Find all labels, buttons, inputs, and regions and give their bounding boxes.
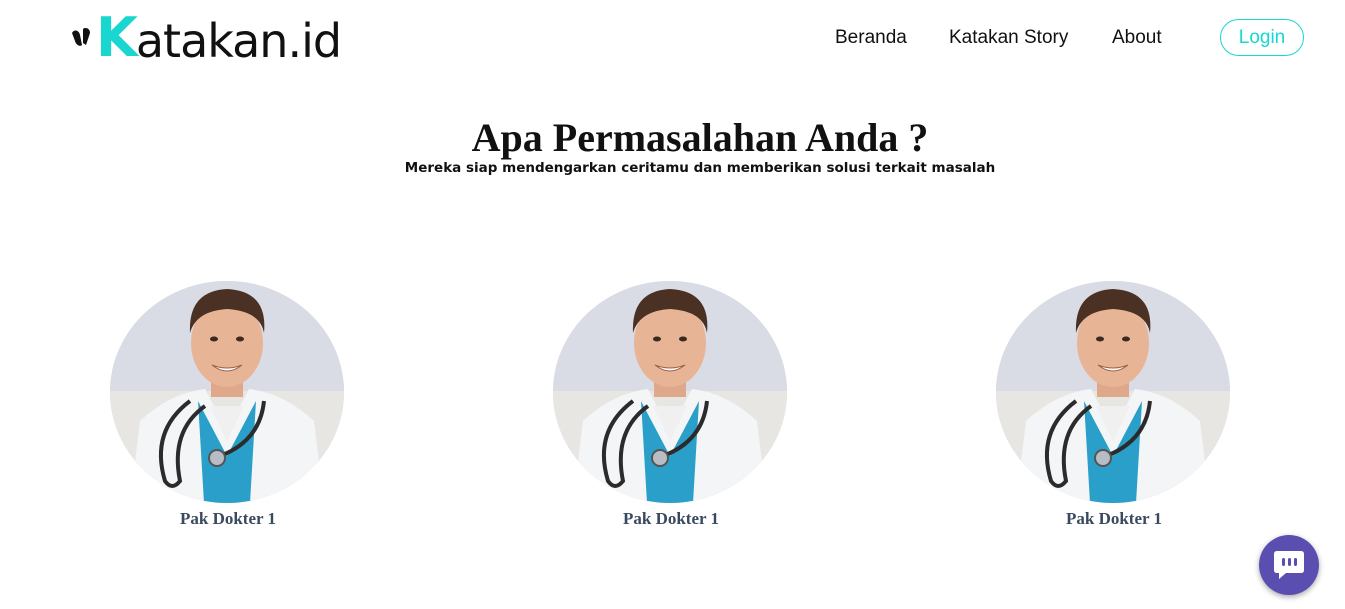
logo-text: atakan.id: [135, 14, 342, 68]
login-button[interactable]: Login: [1220, 19, 1304, 56]
logo-letter-k: K: [96, 6, 138, 69]
site-logo[interactable]: K atakan.id: [70, 6, 342, 69]
doctor-card[interactable]: Pak Dokter 1: [110, 281, 346, 529]
doctor-avatar[interactable]: [996, 281, 1230, 503]
doctor-avatar[interactable]: [110, 281, 344, 503]
doctor-name: Pak Dokter 1: [622, 509, 719, 528]
doctor-photo-image: [996, 281, 1230, 503]
page: K atakan.id Beranda Katakan Story About …: [0, 0, 1345, 609]
page-title: Apa Permasalahan Anda ?: [471, 115, 929, 160]
logo-mark-icon: [72, 28, 90, 46]
nav-item-katakan-story[interactable]: Katakan Story: [949, 27, 1068, 49]
doctor-photo-image: [110, 281, 344, 503]
doctor-name: Pak Dokter 1: [179, 509, 276, 528]
nav-item-about[interactable]: About: [1112, 27, 1162, 49]
doctor-avatar[interactable]: [553, 281, 787, 503]
chat-widget-button[interactable]: [1259, 535, 1319, 595]
chat-bubble-icon: [1274, 551, 1304, 579]
doctor-card[interactable]: Pak Dokter 1: [996, 281, 1232, 529]
nav-item-beranda[interactable]: Beranda: [835, 27, 907, 49]
doctor-name: Pak Dokter 1: [1065, 509, 1162, 528]
doctor-card[interactable]: Pak Dokter 1: [553, 281, 789, 529]
doctor-photo-image: [553, 281, 787, 503]
page-subtitle: Mereka siap mendengarkan ceritamu dan me…: [404, 160, 996, 176]
